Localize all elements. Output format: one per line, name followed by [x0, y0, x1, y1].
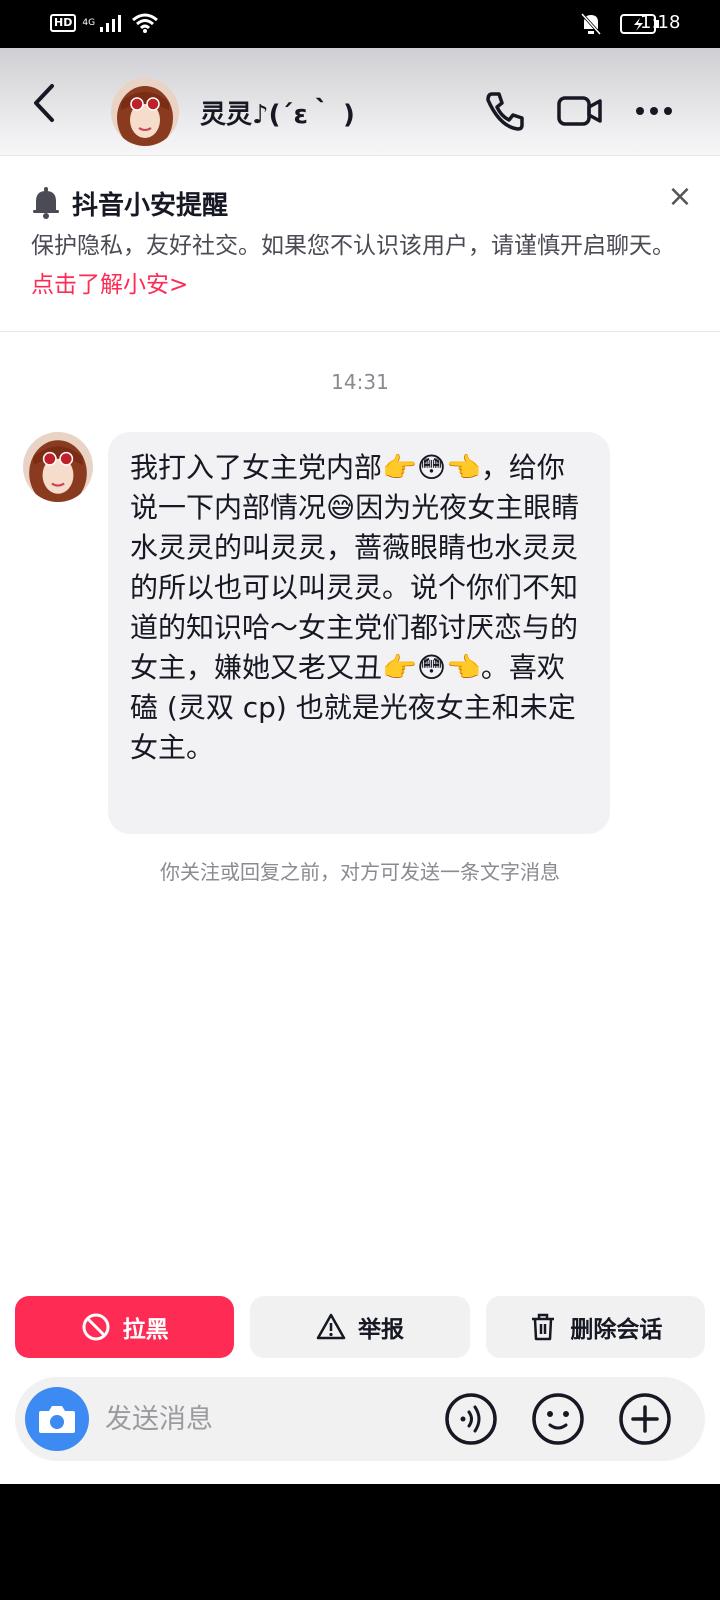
status-left: HD 4G	[50, 12, 159, 34]
contact-avatar[interactable]	[111, 78, 179, 146]
video-call-button[interactable]	[556, 88, 604, 134]
anime-avatar-image	[23, 432, 93, 502]
message-timestamp: 14:31	[331, 370, 389, 394]
warning-icon	[316, 1313, 346, 1340]
report-button[interactable]: 举报	[250, 1296, 470, 1358]
notice-link[interactable]: 点击了解小安>	[31, 272, 188, 298]
message-bubble[interactable]: 我打入了女主党内部👉😳👈，给你说一下内部情况😅因为光夜女主眼睛水灵灵的叫灵灵，蔷…	[108, 432, 610, 834]
signal-icon	[100, 15, 122, 32]
contact-name[interactable]: 灵灵♪(´ε｀ )	[200, 94, 355, 131]
plus-icon	[619, 1393, 671, 1445]
phone-icon	[486, 92, 524, 131]
notice-text: 保护隐私，友好社交。如果您不认识该用户，请谨慎开启聊天。	[31, 233, 675, 259]
camera-button[interactable]	[25, 1387, 89, 1451]
back-button[interactable]	[26, 78, 66, 128]
network-label: 4G	[82, 17, 96, 28]
back-icon	[34, 84, 54, 122]
anime-avatar-image	[111, 78, 179, 146]
delete-chat-button[interactable]: 删除会话	[485, 1296, 705, 1358]
notice-title: 抖音小安提醒	[72, 191, 229, 221]
delete-label: 删除会话	[570, 1317, 663, 1343]
notice-close-button[interactable]: ×	[665, 182, 695, 212]
emoji-button[interactable]	[530, 1391, 586, 1447]
report-label: 举报	[357, 1317, 404, 1343]
mute-icon	[580, 12, 602, 36]
message-input[interactable]: 发送消息	[105, 1397, 213, 1436]
block-icon	[82, 1313, 110, 1341]
action-row: 拉黑 举报 删除会话	[15, 1296, 705, 1358]
status-bar: HD 4G 1:18	[0, 0, 720, 48]
voice-button[interactable]	[443, 1391, 499, 1447]
notice-body: 保护隐私，友好社交。如果您不认识该用户，请谨慎开启聊天。点击了解小安>	[31, 227, 681, 305]
safety-notice: 抖音小安提醒 × 保护隐私，友好社交。如果您不认识该用户，请谨慎开启聊天。点击了…	[0, 157, 720, 332]
voice-call-button[interactable]	[482, 88, 528, 134]
voice-icon	[445, 1393, 497, 1445]
video-icon	[557, 96, 602, 126]
camera-icon	[39, 1406, 75, 1433]
more-icon	[636, 107, 672, 115]
clock: 1:18	[640, 12, 681, 33]
wifi-icon	[132, 13, 159, 33]
sender-avatar[interactable]	[23, 432, 93, 502]
hd-badge: HD	[50, 14, 77, 32]
chat-header: 灵灵♪(´ε｀ )	[0, 48, 720, 156]
emoji-icon	[532, 1393, 584, 1445]
block-button[interactable]: 拉黑	[15, 1296, 235, 1358]
trash-icon	[532, 1313, 555, 1341]
more-button[interactable]	[632, 88, 676, 134]
add-button[interactable]	[617, 1391, 673, 1447]
message-input-bar: 发送消息	[15, 1377, 705, 1461]
bell-icon	[33, 187, 59, 219]
message-limit-hint: 你关注或回复之前，对方可发送一条文字消息	[160, 860, 560, 884]
system-navigation-bar	[0, 1484, 720, 1600]
block-label: 拉黑	[122, 1317, 169, 1343]
